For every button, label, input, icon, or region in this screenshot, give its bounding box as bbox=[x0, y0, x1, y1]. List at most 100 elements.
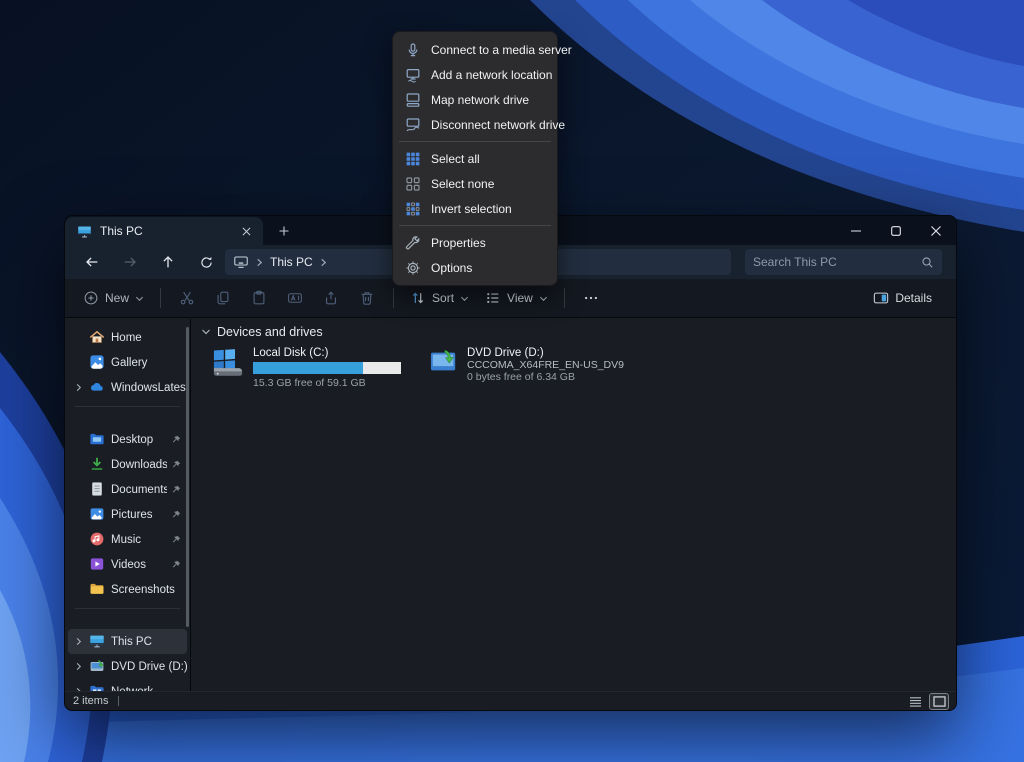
large-icons-view-button[interactable] bbox=[930, 694, 948, 709]
pin-icon bbox=[172, 485, 181, 494]
pictures-icon bbox=[89, 506, 106, 523]
menu-item-map-network-drive[interactable]: Map network drive bbox=[397, 87, 553, 112]
chevron-down-icon bbox=[460, 294, 469, 303]
view-button[interactable]: View bbox=[477, 285, 556, 311]
new-button-label: New bbox=[105, 291, 129, 305]
back-button[interactable] bbox=[79, 249, 105, 275]
pin-icon bbox=[172, 560, 181, 569]
new-tab-button[interactable] bbox=[273, 221, 295, 241]
group-header-devices-and-drives[interactable]: Devices and drives bbox=[201, 325, 323, 339]
sidebar-item-screenshots[interactable]: Screenshots bbox=[68, 577, 187, 602]
sidebar-item-label: Downloads bbox=[111, 459, 167, 471]
details-pane-label: Details bbox=[895, 291, 932, 305]
copy-button[interactable] bbox=[208, 284, 238, 312]
drive-free-space: 15.3 GB free of 59.1 GB bbox=[253, 377, 397, 389]
menu-item-add-network-location[interactable]: Add a network location bbox=[397, 62, 553, 87]
delete-button[interactable] bbox=[352, 284, 382, 312]
share-button[interactable] bbox=[316, 284, 346, 312]
forward-button[interactable] bbox=[117, 249, 143, 275]
pin-icon bbox=[172, 435, 181, 444]
search-box[interactable] bbox=[745, 249, 942, 275]
videos-icon bbox=[89, 556, 106, 573]
search-icon[interactable] bbox=[921, 256, 934, 269]
file-explorer-window: This PC bbox=[64, 215, 957, 711]
menu-item-label: Select all bbox=[431, 152, 480, 166]
details-pane-button[interactable]: Details bbox=[867, 286, 938, 310]
menu-item-select-all[interactable]: Select all bbox=[397, 146, 553, 171]
search-input[interactable] bbox=[753, 255, 921, 269]
sidebar-item-label: This PC bbox=[111, 636, 187, 648]
expand-chevron-icon[interactable] bbox=[72, 383, 84, 392]
sidebar-scrollbar[interactable] bbox=[186, 327, 189, 627]
downloads-icon bbox=[89, 456, 106, 473]
capacity-bar bbox=[253, 362, 401, 374]
collapse-chevron-icon bbox=[201, 327, 211, 337]
pin-icon bbox=[172, 460, 181, 469]
sidebar-item-documents[interactable]: Documents bbox=[68, 477, 187, 502]
menu-item-disconnect-network-drive[interactable]: Disconnect network drive bbox=[397, 112, 553, 137]
expand-chevron-icon[interactable] bbox=[72, 662, 84, 671]
sidebar-item-home[interactable]: Home bbox=[68, 325, 187, 350]
menu-item-properties[interactable]: Properties bbox=[397, 230, 553, 255]
select-none-icon bbox=[405, 176, 421, 192]
desktop: This PC bbox=[0, 0, 1024, 762]
rename-button[interactable] bbox=[280, 284, 310, 312]
this-pc-outline-icon bbox=[233, 254, 249, 270]
sidebar-item-label: Music bbox=[111, 534, 167, 546]
menu-item-label: Select none bbox=[431, 177, 494, 191]
sidebar-item-dvd-drive[interactable]: DVD Drive (D:) C bbox=[68, 654, 187, 679]
minimize-button[interactable] bbox=[836, 216, 876, 245]
menu-item-invert-selection[interactable]: Invert selection bbox=[397, 196, 553, 221]
sort-button[interactable]: Sort bbox=[402, 285, 477, 311]
drive-name: Local Disk (C:) bbox=[253, 347, 397, 359]
options-icon bbox=[405, 260, 421, 276]
tab-this-pc[interactable]: This PC bbox=[65, 217, 263, 245]
sidebar-item-downloads[interactable]: Downloads bbox=[68, 452, 187, 477]
sidebar-divider bbox=[75, 608, 180, 609]
menu-item-options[interactable]: Options bbox=[397, 255, 553, 280]
refresh-button[interactable] bbox=[193, 249, 219, 275]
invert-selection-icon bbox=[405, 201, 421, 217]
paste-button[interactable] bbox=[244, 284, 274, 312]
navigation-pane: Home Gallery WindowsLatest bbox=[65, 319, 191, 691]
home-icon bbox=[89, 329, 106, 346]
sidebar-item-pictures[interactable]: Pictures bbox=[68, 502, 187, 527]
caption-buttons bbox=[836, 216, 956, 245]
cut-button[interactable] bbox=[172, 284, 202, 312]
drive-name: DVD Drive (D:) bbox=[467, 347, 615, 359]
capacity-bar-fill bbox=[253, 362, 363, 374]
menu-item-label: Disconnect network drive bbox=[431, 118, 565, 132]
sidebar-item-this-pc[interactable]: This PC bbox=[68, 629, 187, 654]
sidebar-item-windowslatest[interactable]: WindowsLatest bbox=[68, 375, 187, 400]
sidebar-item-desktop[interactable]: Desktop bbox=[68, 427, 187, 452]
tab-close-button[interactable] bbox=[237, 222, 255, 240]
see-more-menu: Connect to a media server Add a network … bbox=[392, 31, 558, 286]
documents-icon bbox=[89, 481, 106, 498]
menu-item-connect-media-server[interactable]: Connect to a media server bbox=[397, 37, 553, 62]
menu-item-label: Properties bbox=[431, 236, 486, 250]
menu-item-select-none[interactable]: Select none bbox=[397, 171, 553, 196]
sidebar-item-videos[interactable]: Videos bbox=[68, 552, 187, 577]
gallery-icon bbox=[89, 354, 106, 371]
music-icon bbox=[89, 531, 106, 548]
sidebar-item-music[interactable]: Music bbox=[68, 527, 187, 552]
sidebar-item-label: Gallery bbox=[111, 357, 187, 369]
sidebar-item-label: Pictures bbox=[111, 509, 167, 521]
details-view-button[interactable] bbox=[906, 694, 924, 709]
new-button[interactable]: New bbox=[75, 285, 152, 311]
maximize-button[interactable] bbox=[876, 216, 916, 245]
folder-icon bbox=[89, 581, 106, 598]
sidebar-item-label: DVD Drive (D:) C bbox=[111, 661, 187, 673]
close-button[interactable] bbox=[916, 216, 956, 245]
see-more-button[interactable] bbox=[576, 284, 606, 312]
sort-button-label: Sort bbox=[432, 291, 454, 305]
sidebar-item-gallery[interactable]: Gallery bbox=[68, 350, 187, 375]
up-button[interactable] bbox=[155, 249, 181, 275]
breadcrumb-location[interactable]: This PC bbox=[270, 255, 313, 269]
drive-dvd-d[interactable]: DVD Drive (D:) CCCOMA_X64FRE_EN-US_DV9 0… bbox=[423, 341, 621, 395]
expand-chevron-icon[interactable] bbox=[72, 637, 84, 646]
pin-icon bbox=[172, 510, 181, 519]
sidebar-item-label: Desktop bbox=[111, 434, 167, 446]
view-button-label: View bbox=[507, 291, 533, 305]
drive-local-disk-c[interactable]: Local Disk (C:) 15.3 GB free of 59.1 GB bbox=[205, 341, 403, 395]
